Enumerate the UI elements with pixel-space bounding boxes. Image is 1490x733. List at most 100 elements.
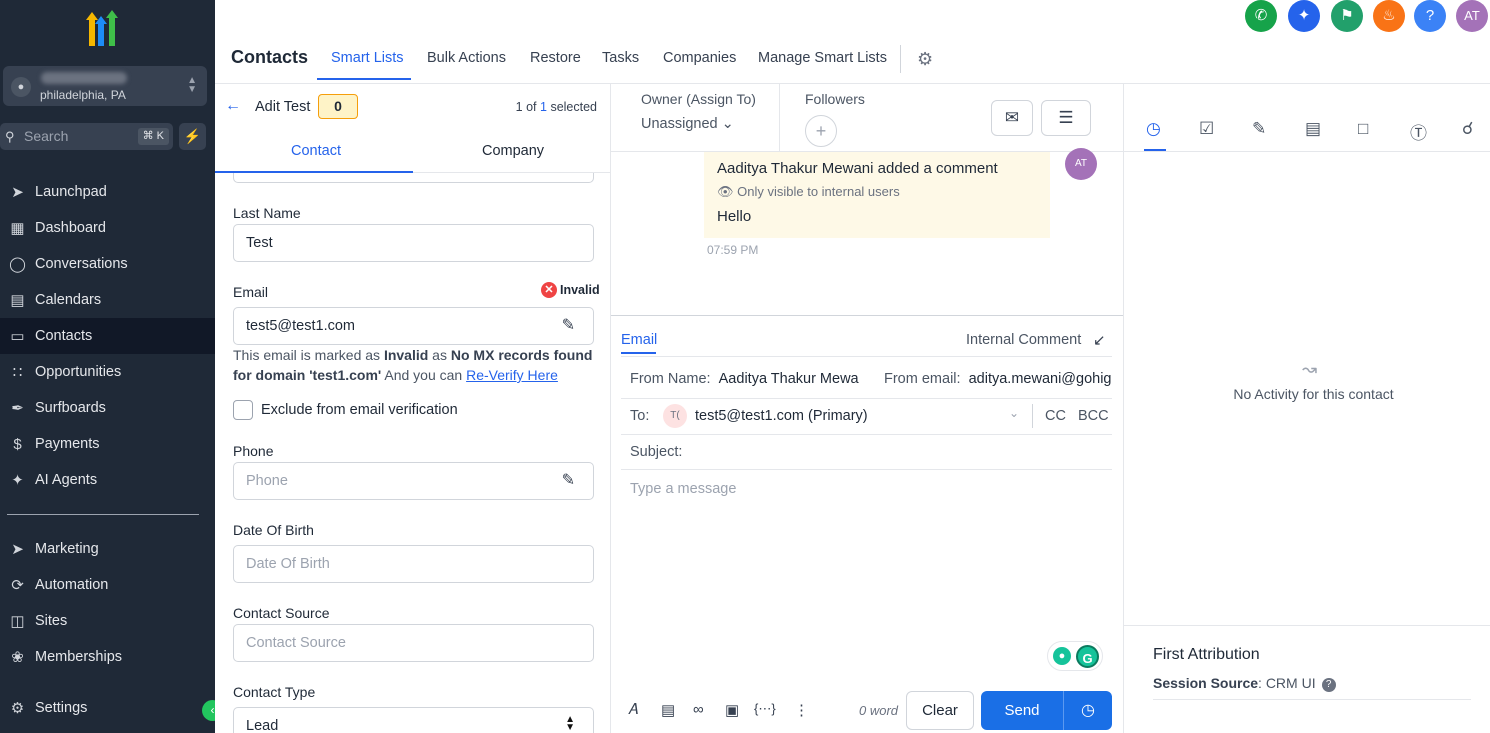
automation-icon: ⟳ bbox=[11, 577, 24, 594]
back-arrow-icon[interactable]: ← bbox=[225, 97, 241, 115]
custom-values-icon[interactable]: {⋯} bbox=[754, 701, 776, 717]
sidebar-item-label: Conversations bbox=[35, 256, 128, 272]
edit-pencil-icon[interactable]: ✎ bbox=[562, 463, 575, 499]
sidebar-item-label: Automation bbox=[35, 577, 109, 593]
tab-restore[interactable]: Restore bbox=[530, 50, 581, 66]
filter-icon[interactable]: ☰ bbox=[1041, 100, 1091, 136]
workflow-branch-icon[interactable]: ☌ bbox=[1462, 119, 1473, 139]
email-envelope-icon[interactable]: ✉ bbox=[991, 100, 1033, 136]
last-name-field[interactable]: Test bbox=[233, 224, 594, 262]
phone-field[interactable]: Phone ✎ bbox=[233, 462, 594, 500]
exclude-verification-checkbox[interactable] bbox=[233, 400, 253, 420]
dob-field[interactable]: Date Of Birth bbox=[233, 545, 594, 583]
bcc-button[interactable]: BCC bbox=[1078, 408, 1109, 424]
pager-count[interactable]: 1 bbox=[540, 100, 547, 114]
tasks-check-icon[interactable]: ☑ bbox=[1199, 119, 1214, 139]
gear-icon[interactable]: ⚙ bbox=[917, 49, 933, 70]
dob-placeholder: Date Of Birth bbox=[246, 556, 330, 572]
notes-pencil-icon[interactable]: ✎ bbox=[1252, 119, 1266, 139]
message-input[interactable]: Type a message bbox=[630, 481, 736, 497]
add-follower-plus-icon[interactable]: + bbox=[805, 115, 837, 147]
sidebar-item-conversations[interactable]: ◯ Conversations bbox=[0, 246, 215, 282]
help-icon[interactable]: ? bbox=[1414, 0, 1446, 32]
sidebar-item-memberships[interactable]: ❀ Memberships bbox=[0, 639, 215, 675]
owner-select[interactable]: Unassigned ⌄ bbox=[641, 116, 734, 132]
chart-line-icon: ↝ bbox=[1302, 359, 1318, 379]
quick-action-bolt-icon[interactable]: ⚡ bbox=[179, 123, 206, 150]
sidebar-item-marketing[interactable]: ➤ Marketing bbox=[0, 531, 215, 567]
sidebar-item-label: Marketing bbox=[35, 541, 99, 557]
edit-pencil-icon[interactable]: ✎ bbox=[562, 308, 575, 344]
link-icon[interactable]: ∞ bbox=[693, 701, 704, 718]
email-status-text: Invalid bbox=[560, 283, 600, 297]
tab-tasks[interactable]: Tasks bbox=[602, 50, 639, 66]
tab-companies[interactable]: Companies bbox=[663, 50, 736, 66]
sidebar-item-automation[interactable]: ⟳ Automation bbox=[0, 567, 215, 603]
clear-button[interactable]: Clear bbox=[906, 691, 974, 730]
from-email-input[interactable]: aditya.mewani@gohig bbox=[969, 371, 1112, 387]
more-vertical-icon[interactable]: ⋮ bbox=[794, 701, 809, 719]
contact-source-field[interactable]: Contact Source bbox=[233, 624, 594, 662]
surfboard-icon: ✒ bbox=[11, 400, 24, 417]
to-select[interactable]: test5@test1.com (Primary) bbox=[695, 408, 868, 424]
sidebar-search[interactable]: ⚲ Search ⌘ K bbox=[0, 123, 173, 150]
subject-label: Subject: bbox=[630, 444, 683, 460]
ai-sparkle-icon[interactable]: ✦ bbox=[1288, 0, 1320, 32]
sidebar-item-opportunities[interactable]: ∷ Opportunities bbox=[0, 354, 215, 390]
tab-manage-smart-lists[interactable]: Manage Smart Lists bbox=[758, 50, 887, 66]
location-switcher[interactable]: ● philadelphia, PA ▲ ▼ bbox=[3, 66, 207, 106]
send-button[interactable]: Send bbox=[981, 691, 1063, 730]
chevron-down-icon[interactable]: ⌄ bbox=[1009, 406, 1019, 420]
to-label: To: bbox=[630, 408, 650, 424]
composer-tab-indicator bbox=[621, 352, 656, 354]
cc-button[interactable]: CC bbox=[1045, 408, 1066, 424]
tab-bulk-actions[interactable]: Bulk Actions bbox=[427, 50, 506, 66]
email-field[interactable]: test5@test1.com ✎ bbox=[233, 307, 594, 345]
sidebar-item-dashboard[interactable]: ▦ Dashboard bbox=[0, 210, 215, 246]
contact-type-select[interactable]: Lead ▲ ▼ bbox=[233, 707, 594, 733]
to-divider bbox=[1032, 404, 1033, 428]
tab-smart-lists[interactable]: Smart Lists bbox=[331, 50, 404, 66]
comment-text: Hello bbox=[717, 208, 752, 225]
user-avatar[interactable]: AT bbox=[1456, 0, 1488, 32]
help-question-icon[interactable]: ? bbox=[1321, 678, 1336, 692]
payments-dollar-icon[interactable]: Ⓣ bbox=[1410, 119, 1427, 144]
sidebar-item-sites[interactable]: ◫ Sites bbox=[0, 603, 215, 639]
location-icon: ● bbox=[11, 77, 31, 97]
previous-field-input[interactable] bbox=[233, 173, 594, 183]
dollar-icon: $ bbox=[13, 435, 22, 453]
sidebar-item-label: Memberships bbox=[35, 649, 123, 665]
activity-history-icon[interactable]: ◷ bbox=[1146, 119, 1161, 139]
appointments-calendar-icon[interactable]: ▤ bbox=[1305, 119, 1321, 139]
sidebar-item-ai-agents[interactable]: ✦ AI Agents bbox=[0, 462, 215, 498]
sidebar-item-calendars[interactable]: ▤ Calendars bbox=[0, 282, 215, 318]
sidebar-item-label: Settings bbox=[35, 700, 88, 716]
text-format-icon[interactable]: 𝐴 bbox=[628, 701, 638, 718]
phone-icon[interactable]: ✆ bbox=[1245, 0, 1277, 32]
bell-icon[interactable]: ♨ bbox=[1373, 0, 1405, 32]
sidebar-item-launchpad[interactable]: ➤ Launchpad bbox=[0, 174, 215, 210]
minimize-arrows-icon[interactable]: ↙ bbox=[1093, 331, 1106, 349]
location-name-blurred bbox=[41, 72, 127, 84]
tab-contact[interactable]: Contact bbox=[291, 143, 341, 159]
schedule-clock-icon[interactable]: ◷ bbox=[1064, 691, 1112, 730]
sidebar-item-payments[interactable]: $ Payments bbox=[0, 426, 215, 462]
documents-icon[interactable]: □ bbox=[1358, 119, 1368, 139]
from-name-input[interactable]: Aaditya Thakur Mewa bbox=[719, 371, 859, 387]
phone-placeholder: Phone bbox=[246, 473, 288, 489]
composer-line bbox=[621, 469, 1112, 470]
composer-tab-email[interactable]: Email bbox=[621, 332, 657, 348]
sidebar-item-contacts[interactable]: ▭ Contacts bbox=[0, 318, 215, 354]
composer-tab-internal-comment[interactable]: Internal Comment bbox=[966, 332, 1081, 348]
funnel-icon: ∷ bbox=[12, 364, 23, 381]
megaphone-icon[interactable]: ⚑ bbox=[1331, 0, 1363, 32]
reverify-link[interactable]: Re-Verify Here bbox=[466, 367, 558, 383]
grammarly-widget[interactable]: ● G bbox=[1047, 641, 1103, 671]
sidebar-item-settings[interactable]: ⚙ Settings bbox=[0, 690, 215, 726]
tab-company[interactable]: Company bbox=[482, 143, 544, 159]
search-placeholder: Search bbox=[24, 128, 69, 144]
sidebar-item-surfboards[interactable]: ✒ Surfboards bbox=[0, 390, 215, 426]
image-icon[interactable]: ▣ bbox=[725, 701, 739, 719]
template-icon[interactable]: ▤ bbox=[661, 701, 675, 719]
note-text: as bbox=[428, 347, 451, 363]
